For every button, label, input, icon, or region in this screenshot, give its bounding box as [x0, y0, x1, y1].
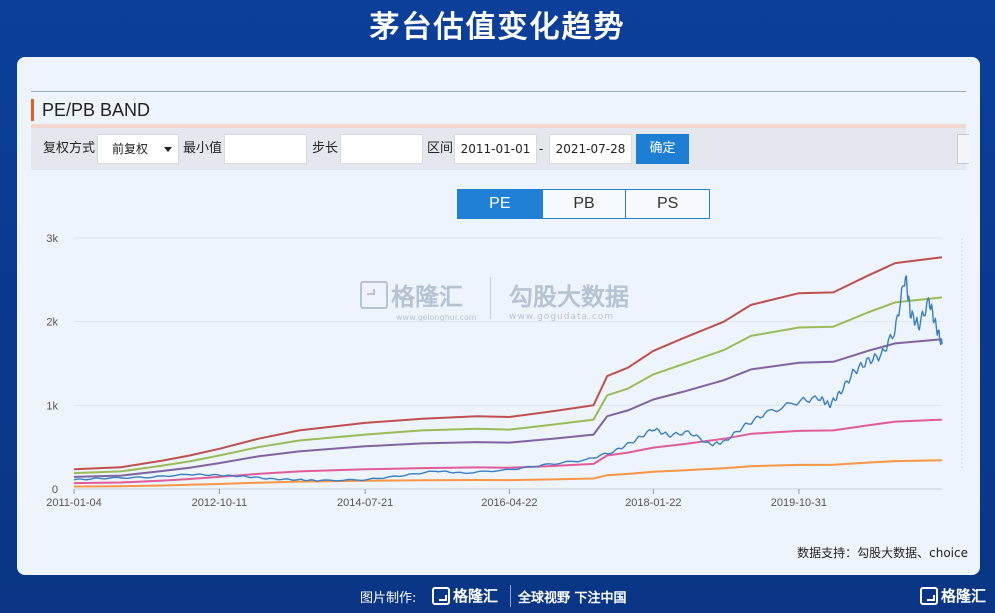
- y-tick-label: 3k: [46, 233, 58, 245]
- x-tick-label: 2012-10-11: [192, 497, 247, 509]
- x-tick-label: 2011-01-04: [46, 497, 101, 509]
- footer-brand: 格隆汇: [432, 585, 498, 606]
- series-line-price: [73, 275, 943, 482]
- x-tick-label: 2016-04-22: [481, 497, 537, 509]
- footer: 图片制作: 格隆汇 全球视野 下注中国 格隆汇: [0, 579, 995, 613]
- gelonghui-logo-icon: [432, 586, 450, 605]
- footer-credit: 图片制作:: [360, 591, 417, 606]
- data-source: 数据支持：勾股大数据、choice: [797, 546, 968, 560]
- page-title: 茅台估值变化趋势: [369, 10, 626, 45]
- x-tick-label: 2019-10-31: [771, 497, 827, 509]
- series-line-band-4: [73, 459, 943, 488]
- footer-slogan: 全球视野 下注中国: [518, 591, 627, 606]
- gelonghui-logo-icon: [920, 586, 938, 605]
- pe-band-chart: 0 1k 2k 3k 2011-01-04 2012-10-11 2014-07-21 201…: [46, 233, 963, 509]
- footer-divider: [510, 585, 511, 607]
- series-line-band-1: [73, 296, 943, 475]
- y-tick-label: 1k: [46, 400, 58, 412]
- y-tick-label: 0: [52, 484, 58, 496]
- chart-card: PE/PB BAND 复权方式 前复权 最小值 步长 区间 2011-01-01…: [17, 57, 980, 575]
- x-tick-label: 2014-07-21: [337, 497, 393, 509]
- x-tick-label: 2018-01-22: [625, 497, 681, 509]
- series-line-band-2: [73, 338, 943, 478]
- y-tick-label: 2k: [46, 317, 58, 329]
- corner-brand: 格隆汇: [920, 585, 986, 606]
